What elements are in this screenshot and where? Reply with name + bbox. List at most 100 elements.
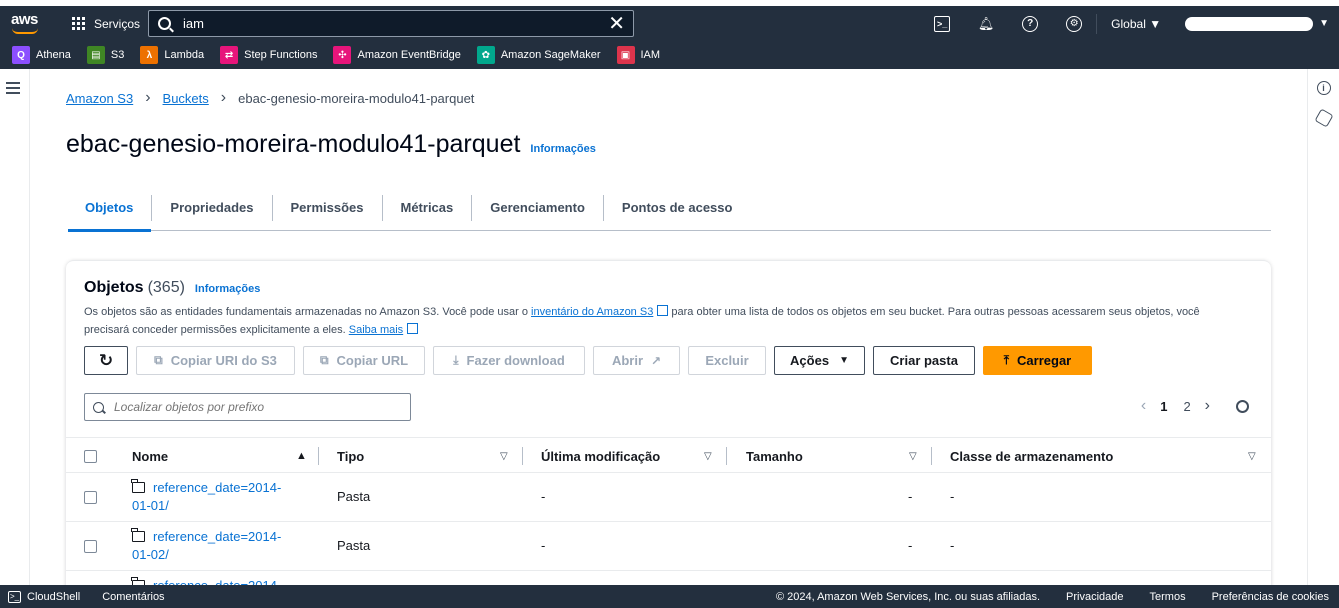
breadcrumb-amazon-s3[interactable]: Amazon S3 — [66, 91, 133, 106]
caret-down-icon: ▼ — [839, 355, 849, 366]
favorite-s3[interactable]: ▤ S3 — [86, 46, 125, 64]
global-search[interactable]: iam ✕ — [148, 10, 634, 37]
copy-url-label: Copiar URL — [336, 353, 409, 368]
object-name-link-cont[interactable]: 01-01/ — [132, 498, 169, 513]
object-name-link-cont[interactable]: 01-02/ — [132, 547, 169, 562]
info-panel-icon[interactable]: i — [1316, 81, 1331, 95]
column-divider — [931, 447, 932, 465]
chevron-right-icon: › — [220, 89, 227, 106]
table-settings-gear-icon[interactable] — [1236, 399, 1249, 413]
column-nome[interactable]: Nome ▲ — [132, 438, 319, 474]
settings-gear-icon[interactable]: ⚙ — [1066, 15, 1083, 32]
menu-hamburger-icon[interactable] — [6, 82, 20, 94]
table-row[interactable]: reference_date=2014- 01-01/ Pasta - - - — [66, 473, 1271, 522]
upload-button[interactable]: ⤒ Carregar — [983, 346, 1092, 375]
favorite-step-functions[interactable]: ⇄ Step Functions — [220, 46, 317, 64]
favorite-amazon-eventbridge[interactable]: ✣ Amazon EventBridge — [333, 46, 461, 64]
row-checkbox[interactable] — [84, 491, 97, 504]
tab-pontos-de-acesso[interactable]: Pontos de acesso — [602, 194, 751, 221]
account-caret-icon[interactable]: ▼ — [1319, 18, 1329, 29]
favorite-iam[interactable]: ▣ IAM — [616, 46, 660, 64]
favorite-amazon-sagemaker[interactable]: ✿ Amazon SageMaker — [476, 46, 601, 64]
objects-title: Objetos — [84, 279, 144, 296]
cloudshell-icon[interactable]: >_ — [934, 15, 951, 32]
object-name-link[interactable]: reference_date=2014- — [153, 529, 281, 544]
account-menu-redacted[interactable] — [1185, 16, 1314, 31]
actions-dropdown[interactable]: Ações ▼ — [774, 346, 865, 375]
notifications-bell-icon[interactable]: 🔔︎ — [978, 16, 995, 32]
external-link-icon: ↗ — [651, 353, 662, 368]
folder-icon — [131, 528, 145, 542]
breadcrumb-buckets[interactable]: Buckets — [163, 91, 209, 106]
delete-button[interactable]: Excluir — [688, 346, 766, 375]
clear-search-icon[interactable]: ✕ — [608, 14, 625, 34]
favorite-athena[interactable]: Q Athena — [12, 46, 71, 64]
prefix-search[interactable] — [84, 393, 411, 421]
privacy-link[interactable]: Privacidade — [1066, 591, 1123, 603]
right-rail: i — [1307, 69, 1339, 585]
tab-metricas[interactable]: Métricas — [381, 194, 472, 221]
tab-permissoes[interactable]: Permissões — [271, 194, 382, 221]
cloudshell-button[interactable]: >_ CloudShell — [8, 590, 81, 603]
aws-logo-text: aws — [11, 11, 38, 28]
objects-panel-header: Objetos (365) Informações — [84, 279, 260, 297]
tab-objetos[interactable]: Objetos — [68, 185, 152, 232]
tab-gerenciamento[interactable]: Gerenciamento — [471, 194, 603, 221]
page-1[interactable]: 1 — [1160, 399, 1167, 414]
row-checkbox[interactable] — [84, 540, 97, 553]
sort-icon: ▽ — [909, 450, 917, 462]
cookie-preferences-link[interactable]: Preferências de cookies — [1212, 591, 1329, 603]
copy-s3-uri-button[interactable]: ⧉ Copiar URI do S3 — [136, 346, 295, 375]
tab-propriedades[interactable]: Propriedades — [151, 194, 271, 221]
athena-icon: Q — [12, 46, 30, 64]
services-menu-button[interactable]: Serviços — [72, 6, 140, 41]
previous-page-icon[interactable]: ‹ — [1141, 397, 1146, 415]
favorite-label: S3 — [110, 49, 125, 61]
inventory-link[interactable]: inventário do Amazon S3 — [531, 306, 653, 318]
folder-icon — [131, 479, 145, 493]
next-page-icon[interactable]: › — [1205, 397, 1210, 415]
info-link[interactable]: Informações — [530, 143, 595, 155]
eventbridge-icon: ✣ — [333, 46, 352, 64]
column-ultima-modificacao[interactable]: Última modificação ▽ — [541, 438, 727, 474]
favorite-label: Athena — [36, 49, 71, 61]
learn-more-link[interactable]: Saiba mais — [349, 324, 403, 336]
select-all-checkbox[interactable] — [84, 449, 97, 463]
object-name-cell: reference_date=2014- 01-01/ — [131, 479, 302, 515]
download-button[interactable]: ⤓ Fazer download — [433, 346, 585, 375]
search-input[interactable]: iam — [183, 16, 608, 31]
aws-logo[interactable]: aws — [6, 6, 50, 41]
breadcrumb-current: ebac-genesio-moreira-modulo41-parquet — [238, 90, 475, 106]
objects-table: Nome ▲ Tipo ▽ Última modificação ▽ Taman… — [66, 437, 1271, 608]
open-button[interactable]: Abrir ↗ — [593, 346, 680, 375]
bucket-tabs: Objetos Propriedades Permissões Métricas… — [68, 185, 1271, 232]
column-tamanho[interactable]: Tamanho ▽ — [746, 438, 932, 474]
feedback-link[interactable]: Comentários — [102, 591, 164, 603]
favorite-label: Step Functions — [244, 49, 318, 61]
region-selector[interactable]: Global ▼ — [1111, 17, 1161, 31]
objects-info-link[interactable]: Informações — [195, 283, 260, 295]
cloudshell-label: CloudShell — [27, 590, 81, 603]
help-icon[interactable]: ? — [1022, 15, 1039, 32]
sagemaker-icon: ✿ — [476, 46, 495, 64]
column-tipo[interactable]: Tipo ▽ — [337, 438, 523, 474]
table-row[interactable]: reference_date=2014- 01-02/ Pasta - - - — [66, 522, 1271, 571]
refresh-button[interactable]: ↻ — [84, 346, 128, 375]
object-modified: - — [541, 489, 546, 504]
prefix-search-input[interactable] — [114, 400, 394, 414]
console-footer: >_ CloudShell Comentários © 2024, Amazon… — [0, 585, 1339, 608]
copy-url-button[interactable]: ⧉ Copiar URL — [303, 346, 425, 375]
select-all-checkbox-cell — [84, 438, 97, 474]
footer-links: © 2024, Amazon Web Services, Inc. ou sua… — [750, 591, 1329, 603]
object-name-cell: reference_date=2014- 01-02/ — [131, 528, 302, 564]
favorite-lambda[interactable]: λ Lambda — [140, 46, 204, 64]
caret-down-icon: ▼ — [1149, 16, 1162, 31]
create-folder-button[interactable]: Criar pasta — [873, 346, 975, 375]
object-name-link[interactable]: reference_date=2014- — [153, 480, 281, 495]
favorites-bar: Q Athena ▤ S3 λ Lambda ⇄ Step Functions ✣ Amazon … — [0, 41, 1339, 69]
page-2[interactable]: 2 — [1183, 399, 1190, 414]
column-classe-armazenamento[interactable]: Classe de armazenamento ▽ — [950, 438, 1258, 474]
favorite-label: Amazon EventBridge — [357, 49, 461, 61]
terms-link[interactable]: Termos — [1150, 591, 1186, 603]
tools-hexagon-icon[interactable] — [1313, 108, 1334, 128]
